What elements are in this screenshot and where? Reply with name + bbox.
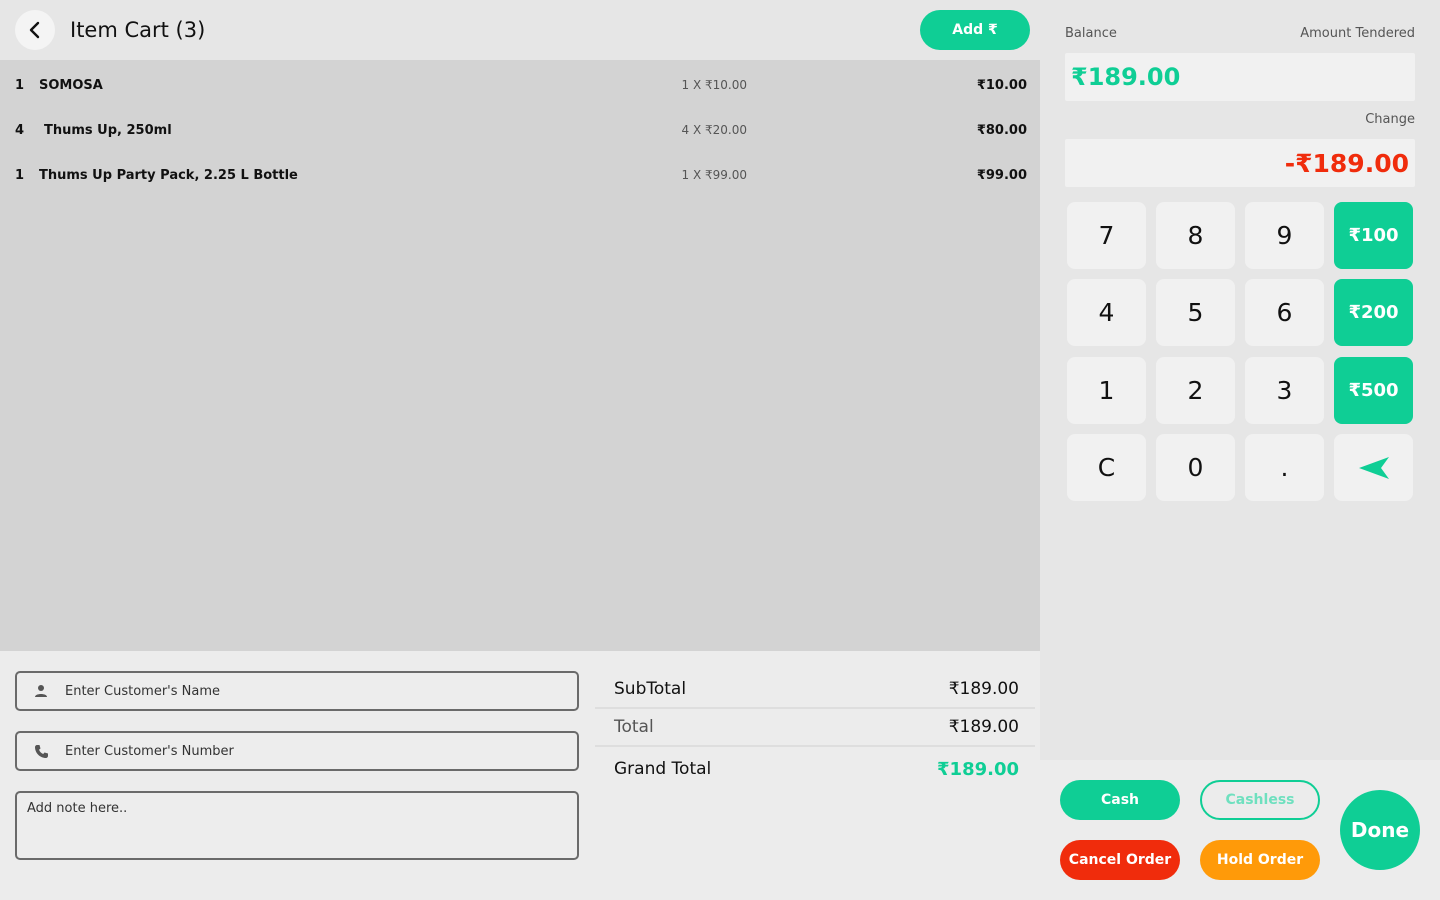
keypad-0-button[interactable]: 0: [1156, 434, 1235, 501]
keypad-1-button[interactable]: 1: [1067, 357, 1146, 424]
keypad-4-button[interactable]: 4: [1067, 279, 1146, 346]
subtotal-row: SubTotal ₹189.00: [595, 671, 1035, 709]
keypad-clear-button[interactable]: C: [1067, 434, 1146, 501]
back-button[interactable]: [15, 10, 55, 50]
cart-item-row[interactable]: 1 Thums Up Party Pack, 2.25 L Bottle 1 X…: [0, 152, 1040, 197]
keypad-5-button[interactable]: 5: [1156, 279, 1235, 346]
cart-item-list: 1 SOMOSA 1 X ₹10.00 ₹10.00 4 Thums Up, 2…: [0, 60, 1040, 651]
done-button[interactable]: Done: [1340, 790, 1420, 870]
phone-icon: [17, 744, 65, 759]
cart-item-row[interactable]: 4 Thums Up, 250ml 4 X ₹20.00 ₹80.00: [0, 107, 1040, 152]
person-icon: [17, 684, 65, 698]
hold-order-button[interactable]: Hold Order: [1200, 840, 1320, 880]
grand-total-value: ₹189.00: [937, 759, 1019, 780]
total-label: Total: [614, 717, 654, 737]
item-unit-price: 1 X ₹99.00: [681, 168, 747, 182]
keypad-3-button[interactable]: 3: [1245, 357, 1324, 424]
keypad-8-button[interactable]: 8: [1156, 202, 1235, 269]
item-name: Thums Up Party Pack, 2.25 L Bottle: [39, 168, 298, 183]
customer-name-field[interactable]: Enter Customer's Name: [15, 671, 579, 711]
item-quantity: 1: [15, 78, 25, 93]
total-row: Total ₹189.00: [595, 709, 1035, 747]
payment-panel: Balance Amount Tendered ₹189.00 Change -…: [1040, 0, 1440, 760]
page-title: Item Cart (3): [70, 18, 206, 42]
item-line-total: ₹80.00: [976, 123, 1027, 138]
cart-header: Item Cart (3) Add ₹: [0, 0, 1040, 60]
keypad-7-button[interactable]: 7: [1067, 202, 1146, 269]
quick-amount-200-button[interactable]: ₹200: [1334, 279, 1413, 346]
send-icon: [1358, 456, 1389, 479]
item-line-total: ₹10.00: [976, 78, 1027, 93]
order-footer: Enter Customer's Name Enter Customer's N…: [0, 651, 1040, 900]
item-name: SOMOSA: [39, 78, 103, 93]
order-note-field[interactable]: Add note here..: [15, 791, 579, 860]
customer-number-placeholder: Enter Customer's Number: [65, 743, 234, 759]
order-summary: SubTotal ₹189.00 Total ₹189.00 Grand Tot…: [595, 671, 1035, 795]
change-label: Change: [1365, 112, 1415, 127]
change-display: -₹189.00: [1065, 139, 1415, 187]
keypad-2-button[interactable]: 2: [1156, 357, 1235, 424]
cash-button[interactable]: Cash: [1060, 780, 1180, 820]
cashless-button[interactable]: Cashless: [1200, 780, 1320, 820]
item-quantity: 1: [15, 168, 25, 183]
item-unit-price: 1 X ₹10.00: [681, 78, 747, 92]
keypad-9-button[interactable]: 9: [1245, 202, 1324, 269]
keypad-decimal-button[interactable]: .: [1245, 434, 1324, 501]
item-unit-price: 4 X ₹20.00: [681, 123, 747, 137]
balance-label: Balance: [1065, 26, 1117, 41]
quick-amount-500-button[interactable]: ₹500: [1334, 357, 1413, 424]
cart-item-row[interactable]: 1 SOMOSA 1 X ₹10.00 ₹10.00: [0, 62, 1040, 107]
quick-amount-100-button[interactable]: ₹100: [1334, 202, 1413, 269]
item-name: Thums Up, 250ml: [44, 123, 172, 138]
amount-tendered-label: Amount Tendered: [1300, 26, 1415, 41]
add-amount-button[interactable]: Add ₹: [920, 10, 1030, 50]
customer-number-field[interactable]: Enter Customer's Number: [15, 731, 579, 771]
customer-name-placeholder: Enter Customer's Name: [65, 683, 221, 699]
grand-total-row: Grand Total ₹189.00: [595, 747, 1035, 795]
item-quantity: 4: [15, 123, 25, 138]
grand-total-label: Grand Total: [614, 759, 712, 779]
keypad-enter-button[interactable]: [1334, 434, 1413, 501]
subtotal-value: ₹189.00: [948, 679, 1019, 699]
chevron-left-icon: [29, 21, 40, 39]
balance-display: ₹189.00: [1065, 53, 1415, 101]
payment-actions: Cash Cashless Cancel Order Hold Order Do…: [1040, 760, 1440, 900]
subtotal-label: SubTotal: [614, 679, 687, 699]
item-line-total: ₹99.00: [976, 168, 1027, 183]
cancel-order-button[interactable]: Cancel Order: [1060, 840, 1180, 880]
keypad-6-button[interactable]: 6: [1245, 279, 1324, 346]
total-value: ₹189.00: [948, 717, 1019, 737]
